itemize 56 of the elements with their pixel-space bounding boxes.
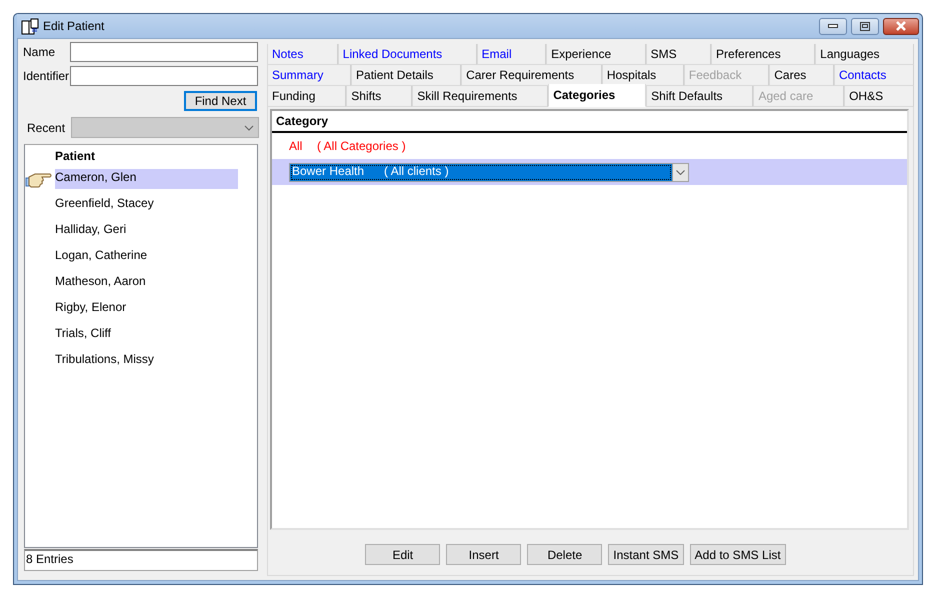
tab[interactable]: Skill Requirements	[412, 86, 548, 107]
tab[interactable]: Email	[476, 44, 546, 65]
tab[interactable]: OH&S	[844, 86, 914, 107]
tab[interactable]: Languages	[815, 44, 914, 65]
close-icon	[895, 21, 907, 31]
patient-list-item[interactable]: Trials, Cliff	[55, 325, 238, 345]
text-field[interactable]	[70, 66, 258, 86]
tab[interactable]: Shifts	[346, 86, 412, 107]
maximize-icon	[860, 22, 870, 30]
tab[interactable]: Notes	[267, 44, 338, 65]
book-icon	[21, 18, 39, 34]
entries-count: 8 Entries	[24, 549, 258, 571]
patient-list-item[interactable]: Cameron, Glen	[55, 169, 238, 189]
tab[interactable]: Contacts	[834, 65, 914, 86]
text-field[interactable]	[70, 42, 258, 62]
tab[interactable]: Preferences	[711, 44, 816, 65]
window-title: Edit Patient	[43, 19, 106, 33]
tab[interactable]: Shift Defaults	[646, 86, 754, 107]
category-row[interactable]: Bower Health ( All clients )	[272, 159, 907, 185]
patient-list-item[interactable]: Tribulations, Missy	[55, 351, 238, 371]
tab[interactable]: Patient Details	[351, 65, 462, 86]
tab[interactable]: Hospitals	[602, 65, 684, 86]
action-button[interactable]: Insert	[446, 544, 522, 565]
field-label: Name	[22, 45, 56, 59]
action-button[interactable]: Instant SMS	[608, 544, 684, 565]
patient-list-item[interactable]: Halliday, Geri	[55, 221, 238, 241]
category-dropdown[interactable]: Bower Health ( All clients )	[289, 162, 689, 182]
tab[interactable]: Linked Documents	[338, 44, 477, 65]
tab[interactable]: Funding	[267, 86, 346, 107]
column-header: Patient	[54, 148, 96, 162]
field-label: Identifier	[22, 69, 70, 83]
patient-list-item[interactable]: Greenfield, Stacey	[55, 195, 238, 215]
chevron-down-icon	[676, 170, 685, 174]
patient-list-item[interactable]: Logan, Catherine	[55, 247, 238, 267]
category-row[interactable]: All ( All Categories )	[272, 133, 907, 159]
action-button[interactable]: Edit	[365, 544, 440, 565]
category-name: All	[289, 139, 304, 153]
minimize-button[interactable]	[819, 18, 847, 34]
action-button[interactable]: Delete	[527, 544, 602, 565]
maximize-button[interactable]	[851, 18, 879, 34]
tab[interactable]: Categories	[548, 84, 646, 107]
chevron-down-icon	[244, 124, 254, 130]
tab[interactable]: SMS	[646, 44, 712, 65]
field-label: Recent	[26, 120, 66, 134]
find-next-button[interactable]: Find Next	[184, 91, 257, 111]
tab[interactable]: Experience	[546, 44, 646, 65]
category-detail: ( All Categories )	[317, 139, 406, 153]
minimize-icon	[828, 24, 838, 28]
patient-list-item[interactable]: Matheson, Aaron	[55, 273, 238, 293]
column-header: Category	[276, 113, 328, 130]
action-button[interactable]: Add to SMS List	[690, 544, 786, 565]
patient-list-item[interactable]: Rigby, Elenor	[55, 299, 238, 319]
tab[interactable]: Cares	[769, 65, 834, 86]
tab[interactable]: Carer Requirements	[461, 65, 602, 86]
close-button[interactable]	[883, 18, 919, 34]
tab[interactable]: Summary	[267, 65, 352, 86]
